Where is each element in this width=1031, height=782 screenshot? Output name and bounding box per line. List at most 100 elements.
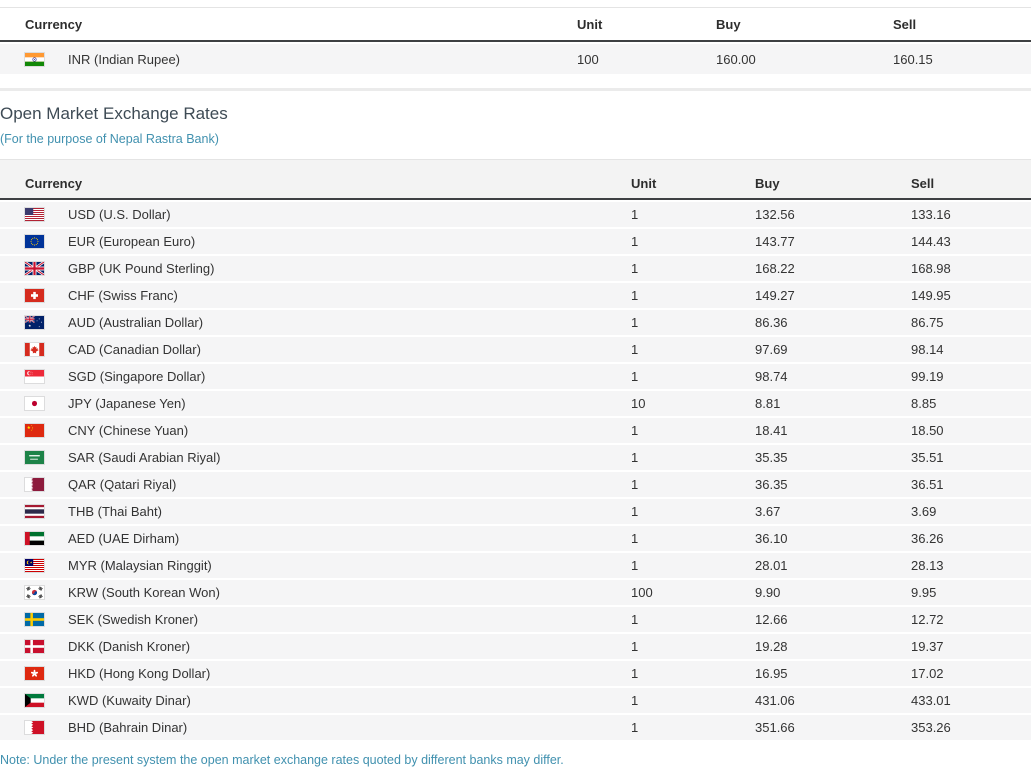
currency-row-dkk: DKK (Danish Kroner) 1 19.28 19.37: [0, 634, 1031, 659]
unit-value: 1: [631, 639, 639, 654]
buy-value: 18.41: [755, 423, 788, 438]
currency-cell: QAR (Qatari Riyal): [0, 477, 631, 492]
currency-name: SGD (Singapore Dollar): [68, 369, 206, 384]
buy-value: 8.81: [755, 396, 781, 411]
currency-cell: THB (Thai Baht): [0, 504, 631, 519]
currency-row-thb: THB (Thai Baht) 1 3.67 3.69: [0, 499, 1031, 524]
currency-row-qar: QAR (Qatari Riyal) 1 36.35 36.51: [0, 472, 1031, 497]
sell-value: 28.13: [911, 558, 944, 573]
currency-cell: GBP (UK Pound Sterling): [0, 261, 631, 276]
flag-se-icon: [25, 613, 44, 626]
flag-qa-icon: [25, 478, 44, 491]
sell-value: 144.43: [911, 234, 951, 249]
currency-row-krw: KRW (South Korean Won) 100 9.90 9.95: [0, 580, 1031, 605]
buy-value: 86.36: [755, 315, 788, 330]
buy-value: 36.10: [755, 531, 788, 546]
flag-au-icon: [25, 316, 44, 329]
currency-name: THB (Thai Baht): [68, 504, 162, 519]
currency-row-aud: AUD (Australian Dollar) 1 86.36 86.75: [0, 310, 1031, 335]
unit-value: 1: [631, 207, 639, 222]
sell-value: 8.85: [911, 396, 937, 411]
currency-row-kwd: KWD (Kuwaity Dinar) 1 431.06 433.01: [0, 688, 1031, 713]
footnote: Note: Under the present system the open …: [0, 753, 564, 767]
unit-value: 1: [631, 612, 639, 627]
sell-value: 168.98: [911, 261, 951, 276]
currency-name: SAR (Saudi Arabian Riyal): [68, 450, 221, 465]
buy-value: 431.06: [755, 693, 795, 708]
currency-name: CNY (Chinese Yuan): [68, 423, 189, 438]
buy-value: 143.77: [755, 234, 795, 249]
currency-cell: USD (U.S. Dollar): [0, 207, 631, 222]
unit-value: 1: [631, 666, 639, 681]
sell-value: 12.72: [911, 612, 944, 627]
currency-cell: HKD (Hong Kong Dollar): [0, 666, 631, 681]
unit-value: 1: [631, 504, 639, 519]
unit-value: 1: [631, 369, 639, 384]
buy-value: 168.22: [755, 261, 795, 276]
currency-cell: AUD (Australian Dollar): [0, 315, 631, 330]
sell-value: 433.01: [911, 693, 951, 708]
sell-value: 86.75: [911, 315, 944, 330]
buy-value: 149.27: [755, 288, 795, 303]
flag-dk-icon: [25, 640, 44, 653]
currency-row-sar: SAR (Saudi Arabian Riyal) 1 35.35 35.51: [0, 445, 1031, 470]
currency-cell: DKK (Danish Kroner): [0, 639, 631, 654]
inr-rate-table: Currency Unit Buy Sell INR (Indian Rupee…: [0, 7, 1031, 74]
flag-eu-icon: [25, 235, 44, 248]
currency-name: KRW (South Korean Won): [68, 585, 220, 600]
flag-my-icon: [25, 559, 44, 572]
currency-row-chf: CHF (Swiss Franc) 1 149.27 149.95: [0, 283, 1031, 308]
sell-value: 3.69: [911, 504, 937, 519]
currency-cell: SGD (Singapore Dollar): [0, 369, 631, 384]
flag-sg-icon: [25, 370, 44, 383]
currency-cell: CNY (Chinese Yuan): [0, 423, 631, 438]
inr-table-header-row: Currency Unit Buy Sell: [0, 7, 1031, 42]
unit-value: 1: [631, 261, 639, 276]
flag-gb-icon: [25, 262, 44, 275]
flag-kw-icon: [25, 694, 44, 707]
column-header-buy: Buy: [716, 16, 741, 32]
currency-name: AED (UAE Dirham): [68, 531, 180, 546]
unit-value: 1: [631, 450, 639, 465]
unit-value: 10: [631, 396, 646, 411]
currency-cell: SAR (Saudi Arabian Riyal): [0, 450, 631, 465]
flag-th-icon: [25, 505, 44, 518]
sell-value: 36.51: [911, 477, 944, 492]
column-header-unit: Unit: [631, 176, 657, 191]
column-header-currency: Currency: [25, 176, 83, 191]
buy-value: 351.66: [755, 720, 795, 735]
flag-ae-icon: [25, 532, 44, 545]
inr-table-body: INR (Indian Rupee) 100 160.00 160.15: [0, 44, 1031, 74]
column-header-sell: Sell: [911, 176, 935, 191]
unit-value: 100: [577, 51, 599, 67]
sell-value: 353.26: [911, 720, 951, 735]
currency-name: AUD (Australian Dollar): [68, 315, 204, 330]
currency-row-myr: MYR (Malaysian Ringgit) 1 28.01 28.13: [0, 553, 1031, 578]
currency-row-cny: CNY (Chinese Yuan) 1 18.41 18.50: [0, 418, 1031, 443]
unit-value: 1: [631, 531, 639, 546]
sell-value: 18.50: [911, 423, 944, 438]
currency-name: SEK (Swedish Kroner): [68, 612, 199, 627]
sell-value: 149.95: [911, 288, 951, 303]
currency-row-hkd: HKD (Hong Kong Dollar) 1 16.95 17.02: [0, 661, 1031, 686]
exchange-rates-page: Currency Unit Buy Sell INR (Indian Rupee…: [0, 0, 1031, 768]
buy-value: 3.67: [755, 504, 781, 519]
currency-name: MYR (Malaysian Ringgit): [68, 558, 212, 573]
currency-cell: BHD (Bahrain Dinar): [0, 720, 631, 735]
flag-us-icon: [25, 208, 44, 221]
unit-value: 100: [631, 585, 653, 600]
flag-cn-icon: [25, 424, 44, 437]
sell-value: 36.26: [911, 531, 944, 546]
currency-name: HKD (Hong Kong Dollar): [68, 666, 211, 681]
currency-name: JPY (Japanese Yen): [68, 396, 186, 411]
column-header-sell: Sell: [893, 16, 917, 32]
open-market-table-body: USD (U.S. Dollar) 1 132.56 133.16 EUR (Europ…: [0, 202, 1031, 740]
sell-value: 9.95: [911, 585, 937, 600]
unit-value: 1: [631, 234, 639, 249]
buy-value: 160.00: [716, 51, 756, 67]
currency-name: USD (U.S. Dollar): [68, 207, 171, 222]
currency-row-cad: CAD (Canadian Dollar) 1 97.69 98.14: [0, 337, 1031, 362]
sell-value: 133.16: [911, 207, 951, 222]
currency-row-jpy: JPY (Japanese Yen) 10 8.81 8.85: [0, 391, 1031, 416]
currency-name: QAR (Qatari Riyal): [68, 477, 177, 492]
